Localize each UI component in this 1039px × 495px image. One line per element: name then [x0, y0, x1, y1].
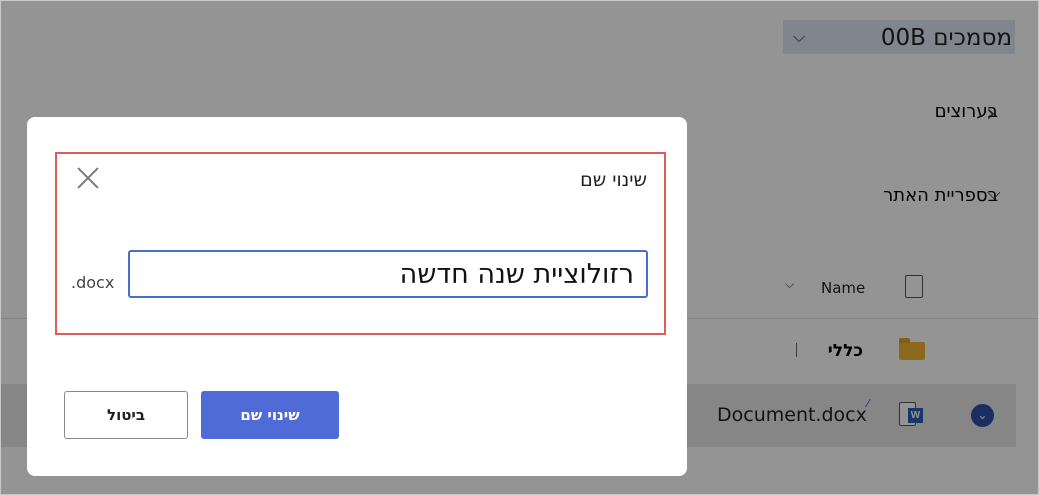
- rename-input[interactable]: [128, 250, 648, 298]
- highlight-box: [55, 152, 666, 335]
- rename-dialog: שינוי שם .docx שינוי שם ביטול: [27, 117, 687, 476]
- close-icon[interactable]: [75, 165, 101, 191]
- cancel-button[interactable]: ביטול: [64, 391, 188, 439]
- app-frame: ⌵ מסמכים 00B בערוצים › בספריית האתר ⌵ Na…: [0, 0, 1039, 495]
- file-extension-label: .docx: [71, 273, 115, 292]
- dialog-title: שינוי שם: [580, 169, 647, 191]
- rename-button[interactable]: שינוי שם: [201, 391, 339, 439]
